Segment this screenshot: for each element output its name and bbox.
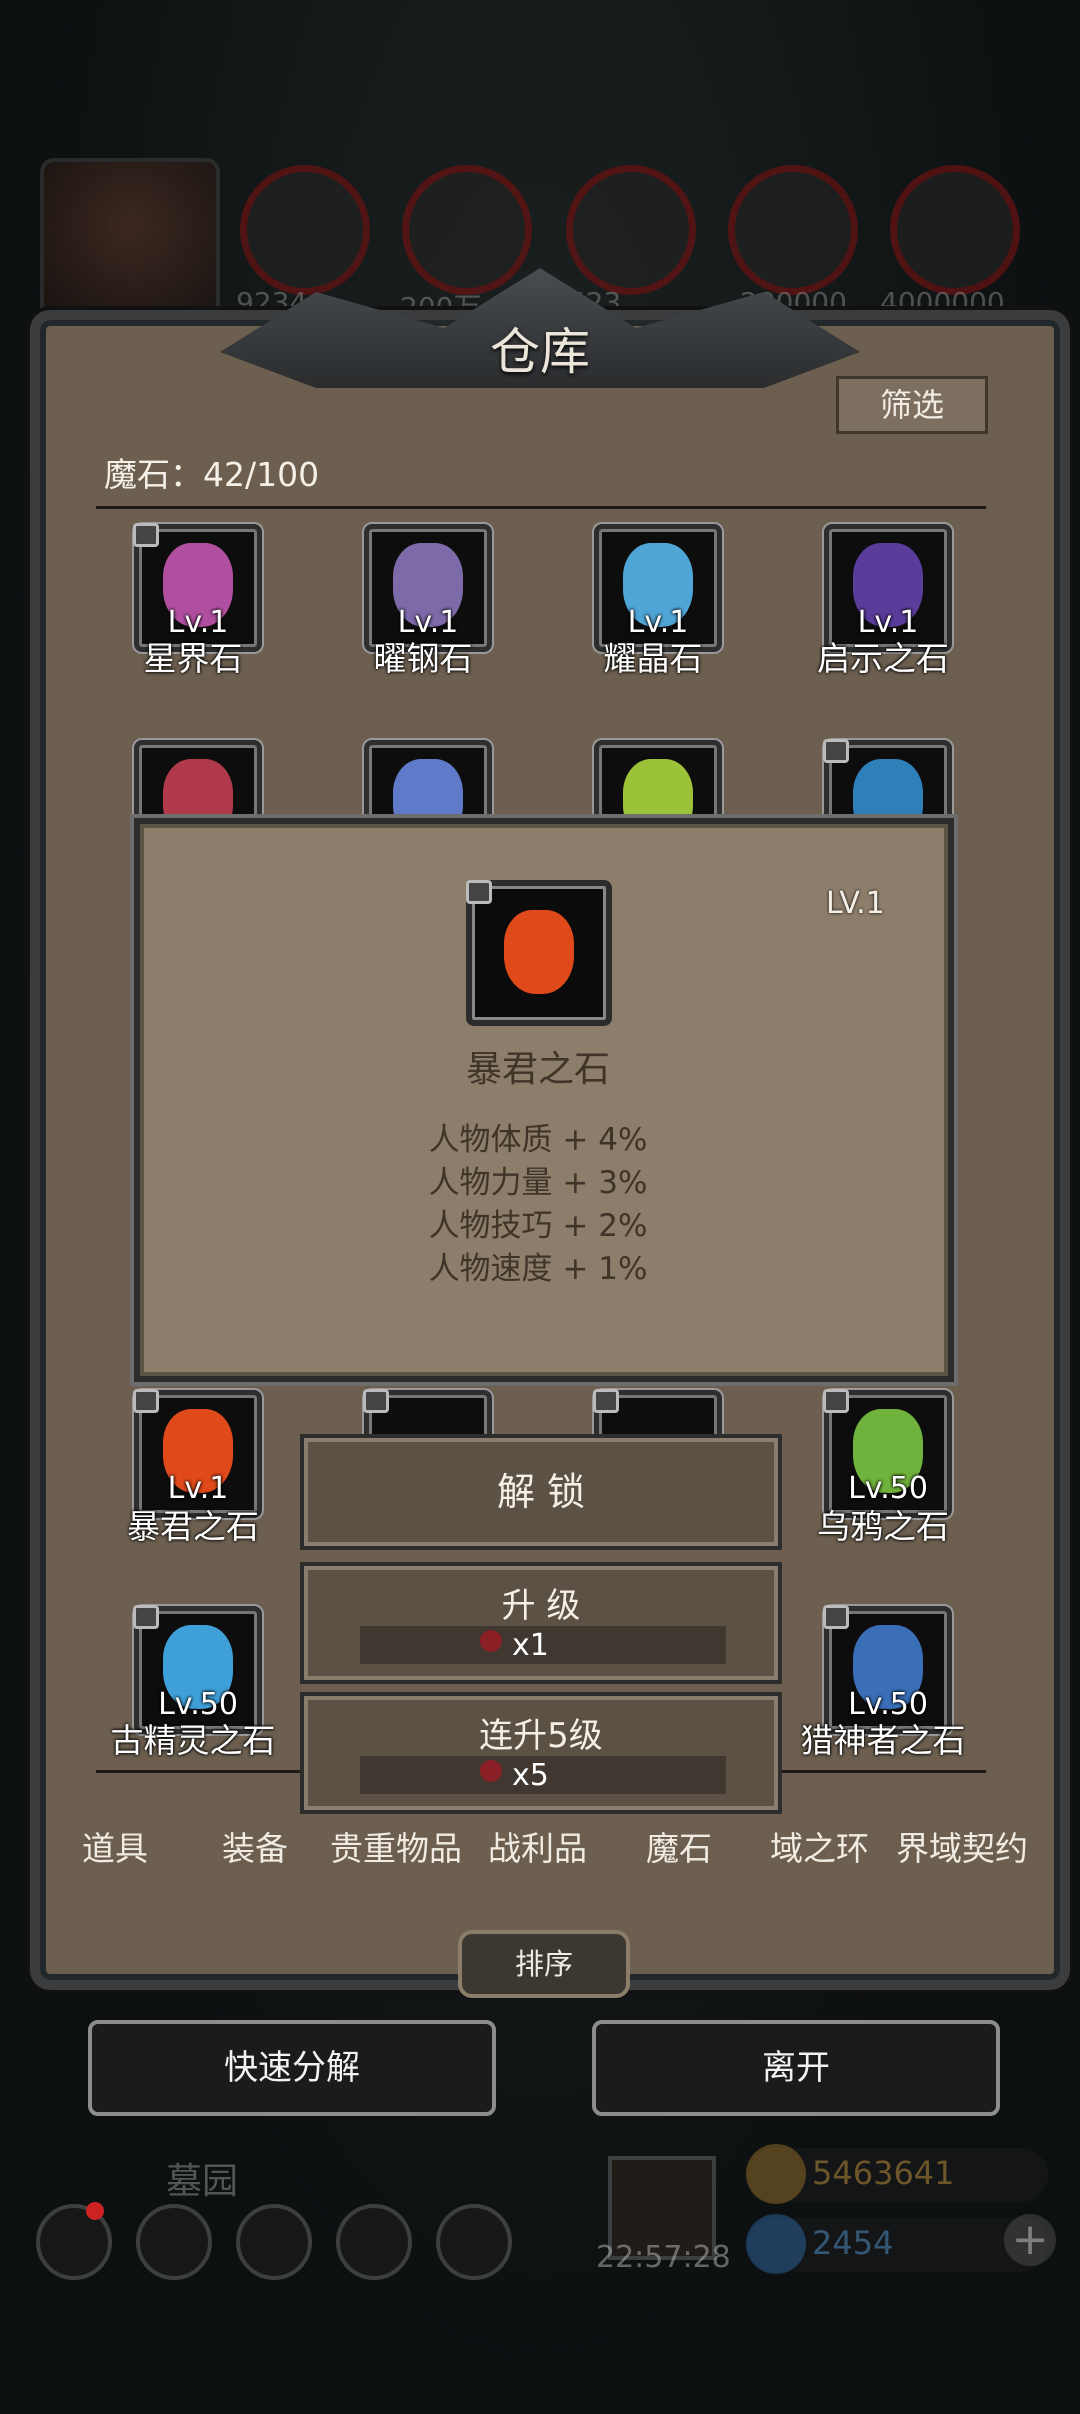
stone-count: 魔石：42/100 bbox=[104, 455, 320, 494]
resource-icon bbox=[240, 165, 370, 295]
red-stone-icon bbox=[480, 1760, 502, 1782]
tooltip-item-icon bbox=[466, 880, 612, 1026]
quick-decompose-button[interactable]: 快速分解 bbox=[88, 2020, 496, 2116]
gold-icon bbox=[746, 2144, 806, 2204]
player-avatar bbox=[40, 158, 220, 326]
red-stone-icon bbox=[480, 1630, 502, 1652]
lock-icon bbox=[823, 1389, 849, 1413]
resource-icon bbox=[728, 165, 858, 295]
page-title: 仓库 bbox=[490, 323, 590, 381]
upgrade-5-label: 连升5级 bbox=[479, 1716, 603, 1756]
upgrade-button[interactable]: 升 级 bbox=[300, 1562, 782, 1684]
item-name: 耀晶石 bbox=[603, 639, 703, 678]
tab-magic-stones[interactable]: 魔石 bbox=[646, 1822, 712, 1870]
menu-icon[interactable] bbox=[136, 2204, 212, 2280]
lock-icon bbox=[133, 1389, 159, 1413]
gold-amount: 5463641 bbox=[812, 2154, 955, 2192]
lock-icon bbox=[593, 1389, 619, 1413]
lock-icon bbox=[133, 1605, 159, 1629]
resource-icon bbox=[402, 165, 532, 295]
tooltip-item-name: 暴君之石 bbox=[465, 1049, 610, 1090]
mail-icon[interactable] bbox=[336, 2204, 412, 2280]
leave-button[interactable]: 离开 bbox=[592, 2020, 1000, 2116]
tab-domain-contract[interactable]: 界域契约 bbox=[896, 1822, 1028, 1870]
divider bbox=[96, 506, 986, 509]
tooltip-stat: 人物力量 + 3% bbox=[428, 1165, 648, 1201]
item-name: 曜钢石 bbox=[373, 639, 473, 678]
tab-loot[interactable]: 战利品 bbox=[488, 1822, 587, 1870]
sort-button[interactable]: 排序 bbox=[458, 1930, 630, 1998]
tab-equipment[interactable]: 装备 bbox=[222, 1822, 288, 1870]
notification-dot bbox=[86, 2202, 104, 2220]
menu-icon[interactable] bbox=[436, 2204, 512, 2280]
tooltip-stat: 人物速度 + 1% bbox=[428, 1251, 648, 1287]
upgrade-5-cost: x5 bbox=[512, 1758, 549, 1793]
item-name: 古精灵之石 bbox=[110, 1721, 276, 1760]
upgrade-label: 升 级 bbox=[501, 1586, 581, 1626]
lock-icon bbox=[466, 880, 492, 904]
item-slot[interactable]: Lv.1 bbox=[133, 1389, 262, 1518]
filter-button[interactable]: 筛选 bbox=[836, 376, 988, 434]
item-slot[interactable]: Lv.50 bbox=[823, 1389, 952, 1518]
tab-items[interactable]: 道具 bbox=[82, 1822, 148, 1870]
lock-icon bbox=[133, 523, 159, 547]
upgrade-5-button[interactable]: 连升5级 bbox=[300, 1692, 782, 1814]
tooltip-stat: 人物体质 + 4% bbox=[428, 1122, 648, 1158]
tooltip-level: LV.1 bbox=[826, 886, 885, 921]
lock-icon bbox=[363, 1389, 389, 1413]
upgrade-cost: x1 bbox=[512, 1628, 549, 1663]
item-name: 启示之石 bbox=[817, 639, 949, 678]
tab-valuables[interactable]: 贵重物品 bbox=[330, 1822, 462, 1870]
gift-timer: 22:57:28 bbox=[596, 2240, 731, 2275]
diamond-icon bbox=[746, 2214, 806, 2274]
resource-icon bbox=[890, 165, 1020, 295]
item-name: 星界石 bbox=[143, 639, 243, 678]
add-icon[interactable]: + bbox=[1004, 2214, 1056, 2266]
tab-domain-ring[interactable]: 域之环 bbox=[770, 1822, 869, 1870]
fire-gem-icon bbox=[504, 910, 574, 994]
item-name: 乌鸦之石 bbox=[817, 1507, 949, 1546]
unlock-button[interactable]: 解 锁 bbox=[300, 1434, 782, 1550]
item-name: 暴君之石 bbox=[127, 1507, 259, 1546]
item-name: 猎神者之石 bbox=[800, 1721, 966, 1760]
lock-icon bbox=[823, 1605, 849, 1629]
resource-icon bbox=[566, 165, 696, 295]
menu-icon[interactable] bbox=[236, 2204, 312, 2280]
gem-amount: 2454 bbox=[812, 2224, 894, 2262]
tooltip-stat: 人物技巧 + 2% bbox=[428, 1208, 648, 1244]
area-name: 墓园 bbox=[166, 2161, 239, 2202]
lock-icon bbox=[823, 739, 849, 763]
